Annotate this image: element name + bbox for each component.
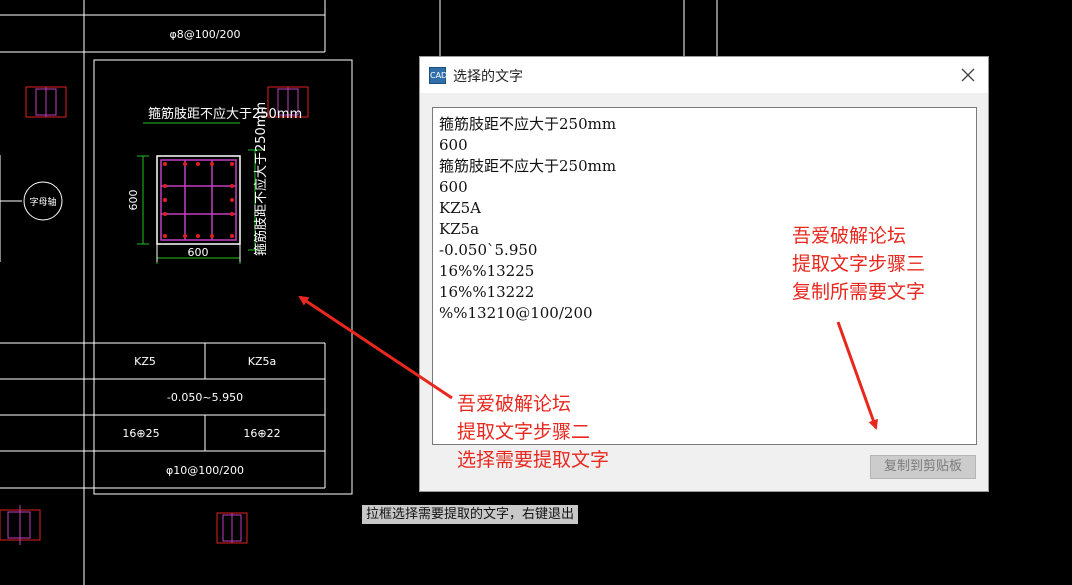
command-hint: 拉框选择需要提取的文字，右键退出: [362, 505, 579, 524]
table-elevation: -0.050~5.950: [167, 391, 243, 404]
annotation-line: 吾爱破解论坛: [457, 393, 572, 415]
table-col-name-2: KZ5a: [248, 355, 277, 368]
annotation-line: 提取文字步骤二: [457, 421, 591, 443]
dialog-titlebar[interactable]: CAD 选择的文字: [420, 57, 988, 93]
text-line: 600: [439, 178, 468, 196]
text-line: 箍筋肢距不应大于250mm: [439, 115, 617, 133]
annotation-step-three: 吾爱破解论坛 提取文字步骤三 复制所需要文字: [792, 222, 925, 306]
table-bars-1: 16⊕25: [122, 427, 159, 440]
axis-bubble-label: 字母轴: [29, 196, 56, 208]
column-section-detail: [137, 122, 262, 264]
annotation-step-two: 吾爱破解论坛 提取文字步骤二 选择需要提取文字: [457, 390, 609, 474]
annotation-line: 选择需要提取文字: [457, 449, 610, 471]
stirrup-spacing-note-horizontal: 箍筋肢距不应大于250mm: [148, 106, 302, 122]
text-line: %%13210@100/200: [439, 304, 593, 322]
annotation-line: 复制所需要文字: [792, 281, 926, 303]
annotation-line: 吾爱破解论坛: [792, 225, 907, 247]
dim-width: 600: [188, 246, 209, 259]
column-marker-bottom: [216, 512, 248, 544]
top-rebar-label: φ8@100/200: [170, 28, 241, 41]
text-line: KZ5A: [439, 199, 482, 217]
close-icon: [961, 68, 975, 82]
dim-height: 600: [127, 190, 140, 211]
stirrup-spacing-note-vertical: 箍筋肢距不应大于250mm: [253, 102, 269, 256]
table-stirrup: φ10@100/200: [166, 464, 244, 477]
dialog-title: 选择的文字: [453, 69, 523, 85]
table-bars-2: 16⊕22: [243, 427, 280, 440]
annotation-line: 提取文字步骤三: [792, 253, 926, 275]
text-line: 600: [439, 136, 468, 154]
column-marker-left: [25, 86, 67, 118]
copy-to-clipboard-button[interactable]: 复制到剪贴板: [870, 455, 976, 479]
close-button[interactable]: [956, 63, 980, 87]
app-icon: CAD: [429, 67, 447, 84]
table-col-name-1: KZ5: [134, 355, 156, 368]
text-line: 箍筋肢距不应大于250mm: [439, 157, 617, 175]
column-marker-bottom-left: [0, 505, 41, 545]
